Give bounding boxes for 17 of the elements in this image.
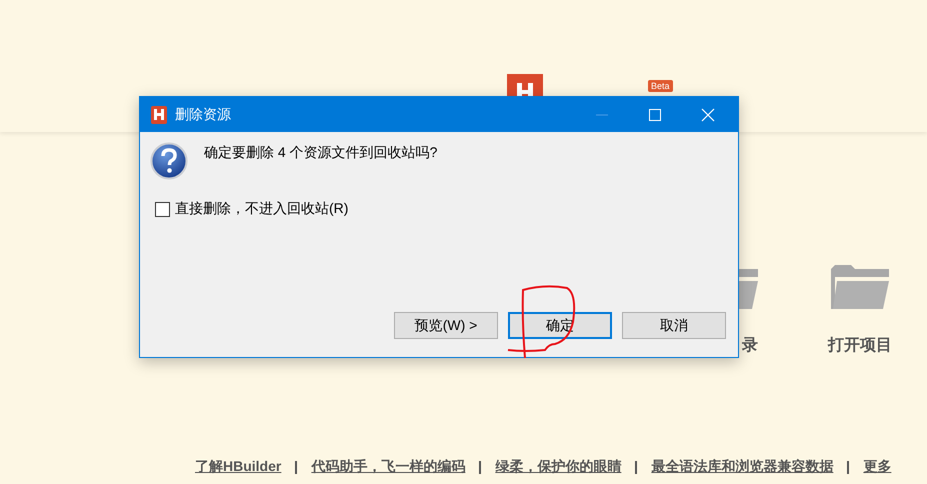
- dialog-button[interactable]: 取消: [622, 312, 726, 339]
- shortcut-label[interactable]: 录: [742, 335, 758, 356]
- beta-badge: Beta: [648, 80, 673, 92]
- shortcut-label[interactable]: 打开项目: [828, 335, 892, 356]
- confirm-message: 确定要删除 4 个资源文件到回收站吗?: [204, 144, 438, 162]
- footer-link[interactable]: 更多: [863, 458, 892, 476]
- app-icon: [151, 106, 167, 124]
- footer-link[interactable]: 了解HBuilder: [195, 458, 282, 476]
- dialog-button[interactable]: 预览(W) >: [394, 312, 498, 339]
- footer-link[interactable]: 绿柔，保护你的眼睛: [495, 458, 622, 476]
- checkbox[interactable]: [155, 202, 170, 216]
- folder-icon[interactable]: [831, 265, 889, 309]
- window-title: 删除资源: [175, 106, 231, 124]
- footer-link[interactable]: 最全语法库和浏览器兼容数据: [651, 458, 834, 476]
- footer-link[interactable]: 代码助手，飞一样的编码: [311, 458, 466, 476]
- checkbox-label[interactable]: 直接删除，不进入回收站(R): [175, 200, 348, 218]
- question-icon: [150, 142, 188, 180]
